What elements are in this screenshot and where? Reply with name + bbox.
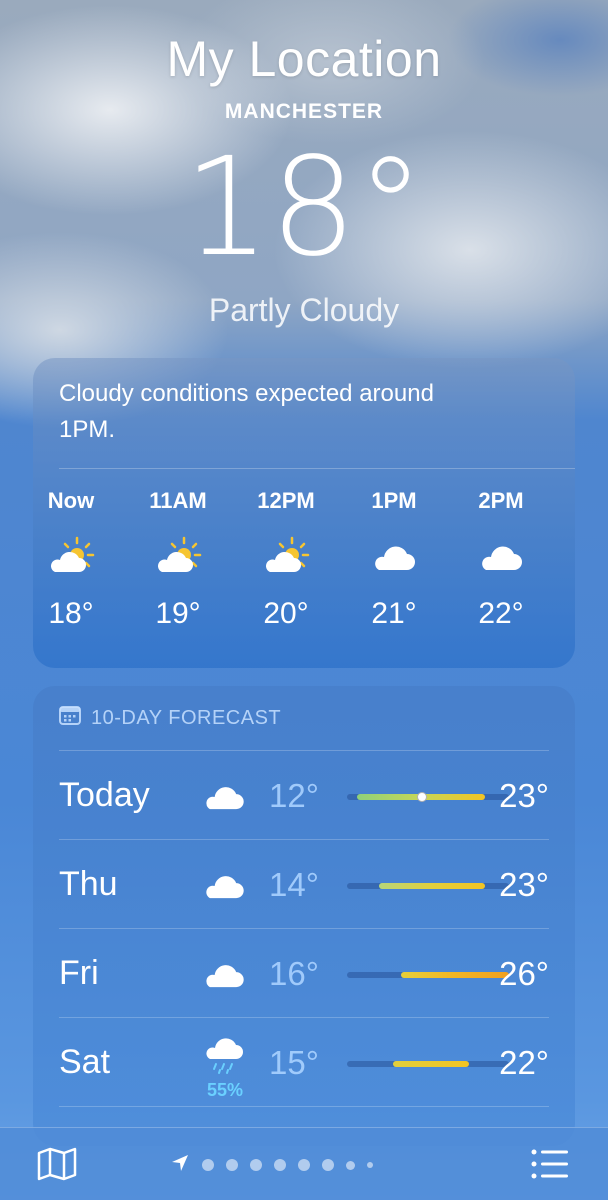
forecast-row[interactable]: Fri 16° 26°	[59, 928, 549, 1018]
forecast-day: Sat	[59, 1043, 111, 1081]
list-icon[interactable]	[530, 1144, 570, 1184]
forecast-day: Today	[59, 776, 150, 814]
cloud-icon	[199, 771, 249, 821]
precipitation-chance: 55%	[206, 1080, 244, 1100]
page-dot[interactable]	[274, 1159, 286, 1171]
hour-temp: 20°	[263, 597, 309, 630]
forecast-high: 26°	[499, 955, 549, 992]
hour-item: Now 18°	[33, 486, 119, 634]
hour-label: 2PM	[478, 488, 524, 513]
bottom-toolbar	[0, 1127, 608, 1200]
hour-temp: 23	[561, 594, 575, 634]
forecast-low: 12°	[269, 777, 319, 814]
page-dot[interactable]	[202, 1159, 214, 1171]
hour-item: 3P 23	[561, 486, 575, 634]
current-condition: Partly Cloudy	[208, 292, 400, 328]
partly-cloudy-icon	[238, 526, 334, 586]
forecast-high: 23°	[499, 866, 549, 903]
hour-item: 11AM 19°	[130, 486, 226, 634]
page-dot[interactable]	[226, 1159, 238, 1171]
temp-range-bar	[347, 1061, 509, 1067]
hour-temp: 21°	[371, 597, 417, 630]
map-icon[interactable]	[37, 1144, 77, 1184]
page-dot[interactable]	[250, 1159, 262, 1171]
hour-item: 2PM 22°	[453, 486, 549, 634]
forecast-row[interactable]: Today 12° 23°	[59, 750, 549, 840]
forecast-header-label: 10-DAY FORECAST	[91, 706, 282, 729]
hour-item: 1PM 21°	[346, 486, 442, 634]
location-arrow-icon[interactable]	[170, 1153, 190, 1178]
forecast-day: Thu	[59, 865, 118, 903]
temp-range-fill	[401, 972, 509, 978]
cloud-icon	[199, 860, 249, 910]
hour-label: 11AM	[149, 488, 207, 513]
current-temp-dot	[417, 792, 427, 802]
forecast-high: 22°	[499, 1044, 549, 1081]
forecast-low: 14°	[269, 866, 319, 903]
partly-cloudy-icon	[130, 526, 226, 586]
page-indicator[interactable]	[170, 1154, 373, 1174]
page-dot[interactable]	[322, 1159, 334, 1171]
hour-temp: 19°	[155, 597, 201, 630]
hour-label: 1PM	[371, 488, 417, 513]
rain-cloud-icon	[199, 1030, 249, 1080]
city-name: MANCHESTER	[224, 100, 384, 123]
hour-label: 12PM	[257, 488, 315, 513]
temp-range-bar	[347, 792, 509, 802]
temp-range-bar	[347, 972, 509, 978]
forecast-low: 16°	[269, 955, 319, 992]
temp-range-fill	[393, 1061, 469, 1067]
forecast-row[interactable]: Sat 55% 15° 22°	[59, 1017, 549, 1107]
hourly-forecast-card[interactable]: Cloudy conditions expected around 1PM. N…	[33, 358, 575, 668]
hour-item: 12PM 20°	[238, 486, 334, 634]
cloud-icon	[346, 526, 442, 586]
forecast-high: 23°	[499, 777, 549, 814]
cloud-icon	[561, 526, 575, 586]
divider	[59, 468, 575, 469]
forecast-day: Fri	[59, 954, 99, 992]
cloud-icon	[453, 526, 549, 586]
temp-range-fill	[379, 883, 485, 889]
location-title: My Location	[166, 31, 442, 87]
partly-cloudy-icon	[33, 526, 119, 586]
ten-day-forecast-card[interactable]: 10-DAY FORECAST Today 12° 23° Thu 14° 23…	[33, 686, 575, 1146]
hour-temp: 22°	[478, 597, 524, 630]
cloud-icon	[199, 949, 249, 999]
hour-label: Now	[47, 488, 95, 513]
page-dot[interactable]	[367, 1162, 373, 1168]
page-dot[interactable]	[346, 1160, 355, 1170]
current-temperature: 18°	[183, 129, 425, 287]
hour-temp: 18°	[48, 597, 94, 630]
calendar-icon	[59, 705, 81, 731]
forecast-row[interactable]: Thu 14° 23°	[59, 839, 549, 929]
forecast-header: 10-DAY FORECAST	[59, 704, 281, 732]
page-dot[interactable]	[298, 1159, 310, 1171]
hourly-strip[interactable]: Now 18° 11AM 19° 12PM 20° 1PM 21° 2PM 22…	[33, 486, 575, 656]
temp-range-bar	[347, 883, 509, 889]
hour-label: 3P	[561, 486, 575, 516]
hourly-summary: Cloudy conditions expected around 1PM.	[59, 380, 434, 443]
forecast-low: 15°	[269, 1044, 319, 1081]
